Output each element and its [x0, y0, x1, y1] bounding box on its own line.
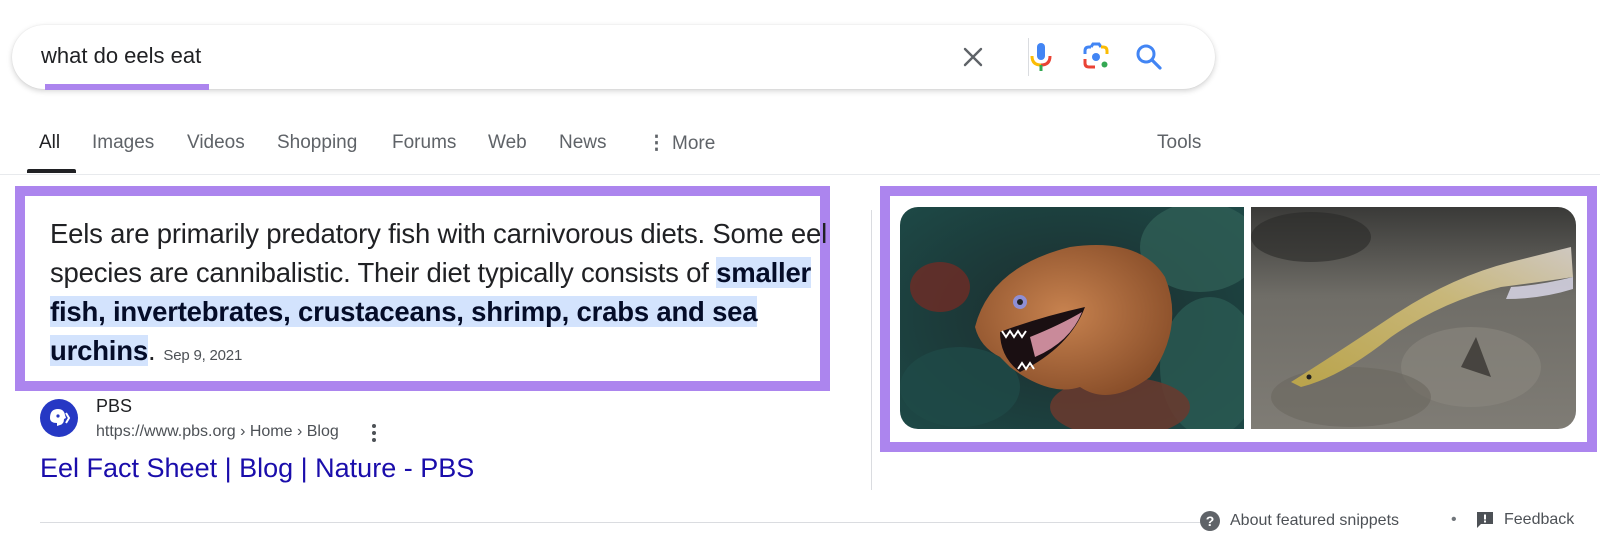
tab-web[interactable]: Web — [488, 132, 527, 154]
help-icon: ? — [1200, 511, 1220, 531]
result-title-link[interactable]: Eel Fact Sheet | Blog | Nature - PBS — [40, 453, 474, 484]
snippet-period: . — [147, 335, 156, 366]
tab-shopping[interactable]: Shopping — [277, 132, 357, 154]
freshwater-eel-image[interactable] — [1251, 207, 1576, 429]
search-icon[interactable] — [1133, 41, 1165, 73]
feedback-label: Feedback — [1504, 511, 1575, 528]
about-featured-snippets-label: About featured snippets — [1230, 512, 1400, 529]
feedback-icon — [1477, 512, 1493, 528]
tab-videos[interactable]: Videos — [187, 132, 245, 154]
column-divider — [871, 210, 872, 490]
featured-snippet-highlight-box: Eels are primarily predatory fish with c… — [15, 186, 830, 391]
tab-forums[interactable]: Forums — [392, 132, 456, 154]
vertical-dots-icon: ⋮ — [647, 133, 666, 154]
tab-images[interactable]: Images — [92, 132, 154, 154]
query-underline-annotation — [45, 84, 209, 90]
google-lens-icon[interactable] — [1080, 41, 1112, 73]
tab-active-indicator — [27, 169, 76, 173]
microphone-icon[interactable] — [1025, 41, 1057, 73]
tab-more-label: More — [672, 133, 716, 154]
more-options-icon[interactable] — [366, 422, 382, 444]
featured-images-highlight-box — [880, 186, 1597, 452]
snippet-plain-text: Eels are primarily predatory fish with c… — [50, 218, 827, 288]
source-url-breadcrumb[interactable]: https://www.pbs.org › Home › Blog — [96, 423, 339, 441]
search-tabs: All Images Videos Shopping Forums Web Ne… — [0, 118, 1600, 176]
moray-eel-image[interactable] — [900, 207, 1244, 429]
about-featured-snippets-link[interactable]: ? About featured snippets — [1200, 511, 1399, 531]
search-bar — [12, 25, 1215, 90]
tabs-divider — [0, 174, 1600, 175]
pbs-logo-icon[interactable] — [40, 399, 78, 437]
tools-button[interactable]: Tools — [1157, 132, 1201, 154]
featured-snippet-text: Eels are primarily predatory fish with c… — [50, 214, 830, 375]
search-input[interactable] — [41, 41, 941, 71]
footer-separator: • — [1451, 511, 1457, 528]
footer-divider — [40, 522, 1203, 523]
tab-news[interactable]: News — [559, 132, 607, 154]
feedback-link[interactable]: Feedback — [1476, 511, 1574, 529]
source-name: PBS — [96, 396, 133, 416]
snippet-date: Sep 9, 2021 — [163, 347, 243, 364]
tab-more[interactable]: ⋮ More — [647, 132, 715, 155]
clear-icon[interactable] — [957, 41, 989, 73]
tab-all[interactable]: All — [39, 132, 60, 154]
svg-text:?: ? — [1206, 513, 1215, 529]
